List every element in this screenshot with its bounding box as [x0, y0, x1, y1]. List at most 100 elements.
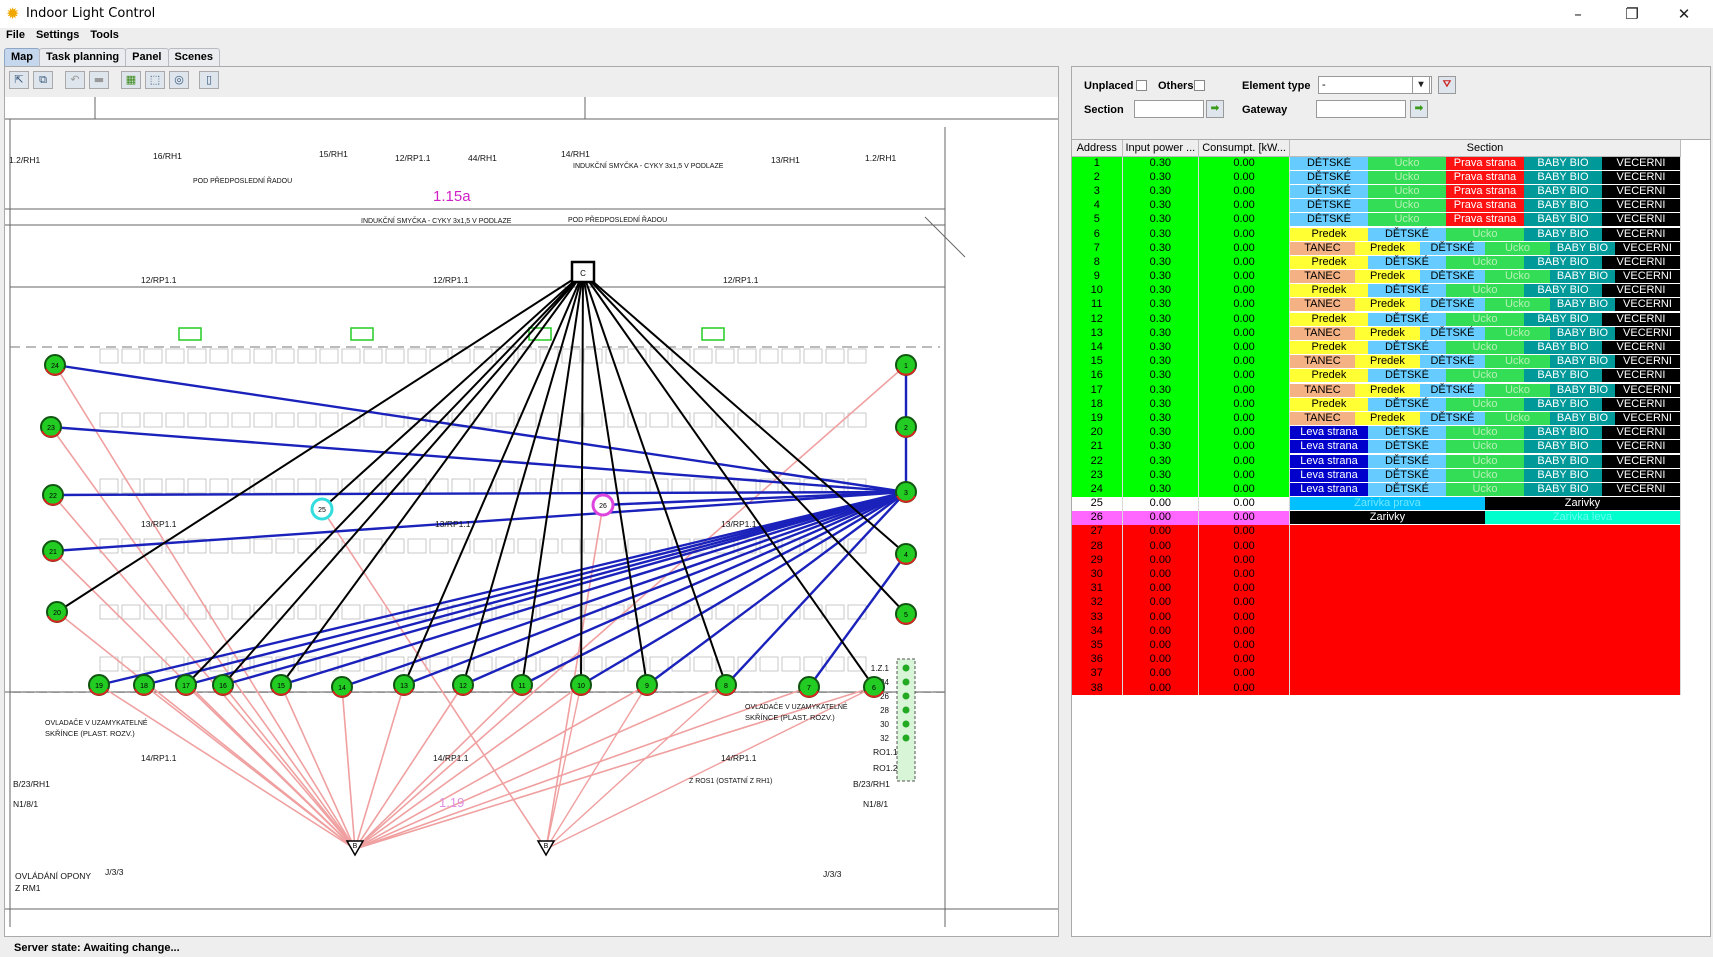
table-row[interactable]: 35 0.00 0.00 — [1072, 638, 1681, 653]
light-element[interactable]: 9 — [636, 674, 658, 696]
gateway-field[interactable] — [1316, 100, 1406, 118]
table-row[interactable]: 13 0.30 0.00 TANEC Predek DĚTSKÉ Ucko BABY BIO V… — [1072, 326, 1681, 341]
light-element[interactable]: 5 — [895, 603, 917, 625]
light-element[interactable]: 13 — [393, 674, 415, 696]
light-element[interactable]: 19 — [88, 674, 110, 696]
tab-map[interactable]: Map — [4, 48, 40, 66]
light-element[interactable]: 8 — [715, 674, 737, 696]
table-row[interactable]: 19 0.30 0.00 TANEC Predek DĚTSKÉ Ucko BABY BIO V… — [1072, 411, 1681, 426]
light-element[interactable]: 16 — [212, 674, 234, 696]
light-element[interactable]: 20 — [46, 601, 68, 623]
table-row[interactable]: 25 0.00 0.00 Zarivka prava Zarivky — [1072, 496, 1681, 511]
column-input-power[interactable]: Input power ... — [1122, 140, 1200, 157]
light-element[interactable]: 6 — [863, 676, 885, 698]
table-row[interactable]: 14 0.30 0.00 Predek DĚTSKÉ Ucko BABY BIO VECERN… — [1072, 340, 1681, 355]
table-row[interactable]: 11 0.30 0.00 TANEC Predek DĚTSKÉ Ucko BABY BIO V… — [1072, 297, 1681, 313]
table-row[interactable]: 31 0.00 0.00 — [1072, 581, 1681, 596]
filter-clear-icon[interactable]: ⛛ — [1438, 76, 1456, 94]
light-element[interactable]: 18 — [133, 674, 155, 696]
table-row[interactable]: 2 0.30 0.00 DĚTSKÉ Ucko Prava strana BABY BIO V… — [1072, 170, 1681, 185]
table-row[interactable]: 15 0.30 0.00 TANEC Predek DĚTSKÉ Ucko BABY BIO V… — [1072, 354, 1681, 369]
light-element[interactable]: 3 — [895, 481, 917, 503]
fit-tool-icon[interactable]: ⬚ — [145, 71, 165, 89]
table-row[interactable]: 22 0.30 0.00 Leva strana DĚTSKÉ Ucko BABY BIO V… — [1072, 453, 1681, 469]
table-row[interactable]: 16 0.30 0.00 Predek DĚTSKÉ Ucko BABY BIO VECERN… — [1072, 368, 1681, 383]
others-checkbox[interactable] — [1194, 80, 1205, 91]
table-row[interactable]: 32 0.00 0.00 — [1072, 595, 1681, 610]
light-element[interactable]: 2 — [895, 416, 917, 438]
table-row[interactable]: 12 0.30 0.00 Predek DĚTSKÉ Ucko BABY BIO VECERN… — [1072, 312, 1681, 327]
menu-tools[interactable]: Tools — [84, 28, 124, 41]
table-row[interactable]: 7 0.30 0.00 TANEC Predek DĚTSKÉ Ucko BABY BIO VE… — [1072, 241, 1681, 256]
layer-tool-icon[interactable]: ▦ — [121, 71, 141, 89]
light-element[interactable]: 15 — [270, 674, 292, 696]
table-row[interactable]: 4 0.30 0.00 DĚTSKÉ Ucko Prava strana BABY BIO V… — [1072, 198, 1681, 213]
table-row[interactable]: 6 0.30 0.00 Predek DĚTSKÉ Ucko BABY BIO VECERNI — [1072, 226, 1681, 242]
light-element[interactable]: 10 — [570, 674, 592, 696]
table-row[interactable]: 17 0.30 0.00 TANEC Predek DĚTSKÉ Ucko BABY BIO V… — [1072, 383, 1681, 398]
light-element[interactable]: 1 — [895, 354, 917, 376]
table-row[interactable]: 5 0.30 0.00 DĚTSKÉ Ucko Prava strana BABY BIO V… — [1072, 212, 1681, 227]
cell-input-power: 0.30 — [1122, 198, 1200, 213]
minimize-button[interactable]: – — [1555, 2, 1601, 26]
light-element[interactable]: 11 — [511, 674, 533, 696]
maximize-button[interactable]: ❐ — [1609, 2, 1655, 26]
light-element[interactable]: 24 — [44, 354, 66, 376]
table-row[interactable]: 21 0.30 0.00 Leva strana DĚTSKÉ Ucko BABY BIO V… — [1072, 439, 1681, 454]
column-section[interactable]: Section — [1289, 140, 1681, 157]
column-consumption[interactable]: Consumpt. [kW... — [1198, 140, 1290, 157]
table-row[interactable]: 18 0.30 0.00 Predek DĚTSKÉ Ucko BABY BIO VECERN… — [1072, 397, 1681, 412]
pointer-tool-icon[interactable]: ⇱ — [9, 71, 29, 89]
controller-node[interactable]: C — [570, 260, 596, 284]
table-row[interactable]: 20 0.30 0.00 Leva strana DĚTSKÉ Ucko BABY BIO V… — [1072, 425, 1681, 440]
tab-task-planning[interactable]: Task planning — [39, 48, 127, 66]
light-element[interactable]: 14 — [331, 676, 353, 698]
gateway-link — [98, 684, 356, 850]
tab-panel[interactable]: Panel — [125, 48, 169, 66]
light-element[interactable]: 4 — [895, 543, 917, 565]
tab-scenes[interactable]: Scenes — [167, 48, 221, 66]
light-element[interactable]: 21 — [42, 540, 64, 562]
table-row[interactable]: 27 0.00 0.00 — [1072, 524, 1681, 540]
menu-file[interactable]: File — [0, 28, 30, 41]
table-row[interactable]: 34 0.00 0.00 — [1072, 624, 1681, 639]
gateway-go-icon[interactable]: ➡ — [1410, 100, 1428, 118]
table-row[interactable]: 36 0.00 0.00 — [1072, 652, 1681, 667]
table-row[interactable]: 9 0.30 0.00 TANEC Predek DĚTSKÉ Ucko BABY BIO VE… — [1072, 269, 1681, 284]
table-row[interactable]: 10 0.30 0.00 Predek DĚTSKÉ Ucko BABY BIO VECERN… — [1072, 283, 1681, 298]
multi-select-tool-icon[interactable]: ⧉ — [33, 71, 53, 89]
light-element[interactable]: 23 — [40, 416, 62, 438]
light-element[interactable]: 25 — [310, 497, 334, 521]
close-button[interactable]: ✕ — [1661, 2, 1707, 26]
table-row[interactable]: 33 0.00 0.00 — [1072, 610, 1681, 625]
table-row[interactable]: 38 0.00 0.00 — [1072, 680, 1681, 696]
table-row[interactable]: 37 0.00 0.00 — [1072, 666, 1681, 681]
table-row[interactable]: 8 0.30 0.00 Predek DĚTSKÉ Ucko BABY BIO VECERNI — [1072, 255, 1681, 270]
table-row[interactable]: 30 0.00 0.00 — [1072, 567, 1681, 582]
split-divider[interactable] — [1059, 66, 1071, 937]
table-row[interactable]: 3 0.30 0.00 DĚTSKÉ Ucko Prava strana BABY BIO V… — [1072, 184, 1681, 199]
zoom-tool-icon[interactable]: ◎ — [169, 71, 189, 89]
section-field[interactable] — [1134, 100, 1204, 118]
table-row[interactable]: 23 0.30 0.00 Leva strana DĚTSKÉ Ucko BABY BIO V… — [1072, 468, 1681, 483]
delete-icon[interactable]: ▬ — [89, 71, 109, 89]
menu-settings[interactable]: Settings — [30, 28, 84, 41]
table-row[interactable]: 26 0.00 0.00 Zarivky Zarivka leva — [1072, 510, 1681, 525]
light-element[interactable]: 12 — [452, 674, 474, 696]
undo-icon[interactable]: ↶ — [65, 71, 85, 89]
light-element[interactable]: 26 — [591, 493, 615, 517]
table-row[interactable]: 28 0.00 0.00 — [1072, 539, 1681, 554]
table-row[interactable]: 1 0.30 0.00 DĚTSKÉ Ucko Prava strana BABY BIO V… — [1072, 156, 1681, 171]
table-row[interactable]: 24 0.30 0.00 Leva strana DĚTSKÉ Ucko BABY BIO V… — [1072, 482, 1681, 497]
window-tool-icon[interactable]: ▯ — [199, 71, 219, 89]
gateway-node[interactable]: B — [536, 840, 556, 857]
light-element[interactable]: 17 — [175, 674, 197, 696]
light-element[interactable]: 7 — [798, 676, 820, 698]
floor-plan-map[interactable]: 1.2/RH1 16/RH1 15/RH1 12/RP1.1 44/RH1 14/RH1 1… — [5, 97, 1058, 936]
unplaced-checkbox[interactable] — [1136, 80, 1147, 91]
table-row[interactable]: 29 0.00 0.00 — [1072, 553, 1681, 568]
column-address[interactable]: Address — [1072, 140, 1123, 157]
chevron-down-icon[interactable]: ▾ — [1412, 76, 1430, 94]
section-go-icon[interactable]: ➡ — [1206, 100, 1224, 118]
light-element[interactable]: 22 — [42, 484, 64, 506]
